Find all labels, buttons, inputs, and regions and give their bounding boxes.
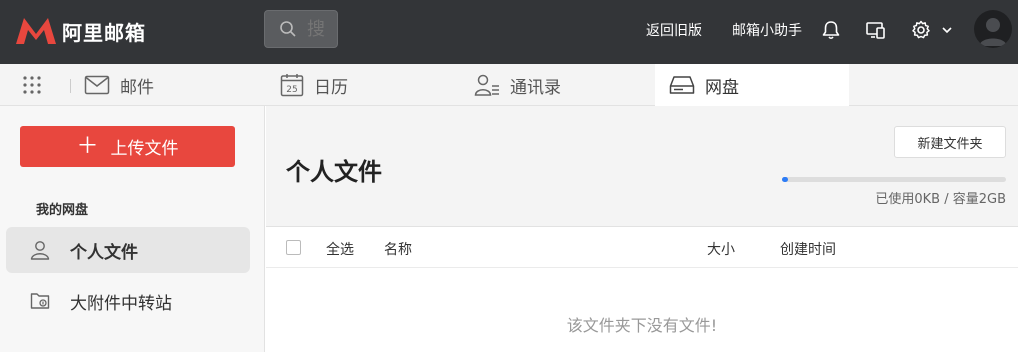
sidebar-item-label: 大附件中转站 <box>70 293 172 314</box>
user-avatar-icon <box>979 18 1007 46</box>
column-name[interactable]: 名称 <box>384 239 412 259</box>
contacts-icon <box>474 74 499 96</box>
tab-label: 邮件 <box>120 77 154 98</box>
sidebar-item-label: 个人文件 <box>70 242 138 263</box>
folder-transfer-icon <box>30 293 50 309</box>
logo-icon <box>16 18 56 44</box>
top-bar: 阿里邮箱 返回旧版 邮箱小助手 <box>0 0 1018 64</box>
user-icon <box>30 241 50 260</box>
apps-grid-icon[interactable] <box>22 75 42 95</box>
section-label: 我的网盘 <box>36 203 89 218</box>
tab-contacts[interactable]: 通讯录 <box>474 64 654 106</box>
storage-usage-text: 已使用0KB / 容量2GB <box>875 192 1006 207</box>
search-input[interactable] <box>307 18 337 40</box>
storage-progress-bar <box>782 177 1006 182</box>
upload-button-label: 上传文件 <box>110 139 179 159</box>
plus-icon: ＋ <box>76 133 99 159</box>
tab-label: 通讯录 <box>510 77 561 98</box>
tab-mail[interactable]: 邮件 <box>84 64 264 106</box>
tab-calendar[interactable]: 25 日历 <box>280 64 460 106</box>
bell-icon[interactable] <box>820 19 842 41</box>
select-all-checkbox[interactable] <box>286 240 301 255</box>
assistant-link[interactable]: 邮箱小助手 <box>732 20 802 40</box>
tab-label: 日历 <box>314 77 348 98</box>
drive-icon <box>669 76 695 94</box>
calendar-icon: 25 <box>280 74 304 97</box>
search-icon <box>280 21 296 37</box>
tab-drive[interactable]: 网盘 <box>655 64 849 106</box>
app-name: 阿里邮箱 <box>62 20 146 45</box>
calendar-day-text: 25 <box>286 85 297 95</box>
back-to-old-link[interactable]: 返回旧版 <box>646 20 702 40</box>
avatar[interactable] <box>974 10 1012 48</box>
column-created[interactable]: 创建时间 <box>780 239 836 259</box>
sidebar-item-personal-files[interactable]: 个人文件 <box>6 227 250 273</box>
main-header: 个人文件 新建文件夹 已使用0KB / 容量2GB <box>266 106 1018 227</box>
new-folder-button[interactable]: 新建文件夹 <box>894 126 1006 158</box>
device-icon[interactable] <box>865 19 887 41</box>
search-box[interactable] <box>264 10 338 48</box>
column-size[interactable]: 大小 <box>707 239 735 259</box>
file-table-header: 全选 名称 大小 创建时间 <box>266 228 1018 268</box>
main-content: 个人文件 新建文件夹 已使用0KB / 容量2GB 全选 名称 大小 创建时间 … <box>266 106 1018 352</box>
tab-separator <box>70 79 71 93</box>
page-title: 个人文件 <box>286 158 382 186</box>
app-logo[interactable]: 阿里邮箱 <box>14 16 146 46</box>
upload-file-button[interactable]: ＋ 上传文件 <box>20 126 235 167</box>
mail-icon <box>84 75 110 95</box>
select-all-label[interactable]: 全选 <box>326 239 354 259</box>
storage-progress-fill <box>782 177 788 182</box>
module-tabs: 邮件 25 日历 通讯录 网盘 <box>0 64 1018 106</box>
drive-sidebar: ＋ 上传文件 我的网盘 个人文件 大附件中转站 <box>0 106 265 352</box>
sidebar-item-attachment-relay[interactable]: 大附件中转站 <box>6 278 250 324</box>
empty-folder-message: 该文件夹下没有文件! <box>566 316 718 335</box>
chevron-down-icon[interactable] <box>940 19 954 41</box>
tab-label: 网盘 <box>705 77 739 98</box>
gear-icon[interactable] <box>910 19 932 41</box>
